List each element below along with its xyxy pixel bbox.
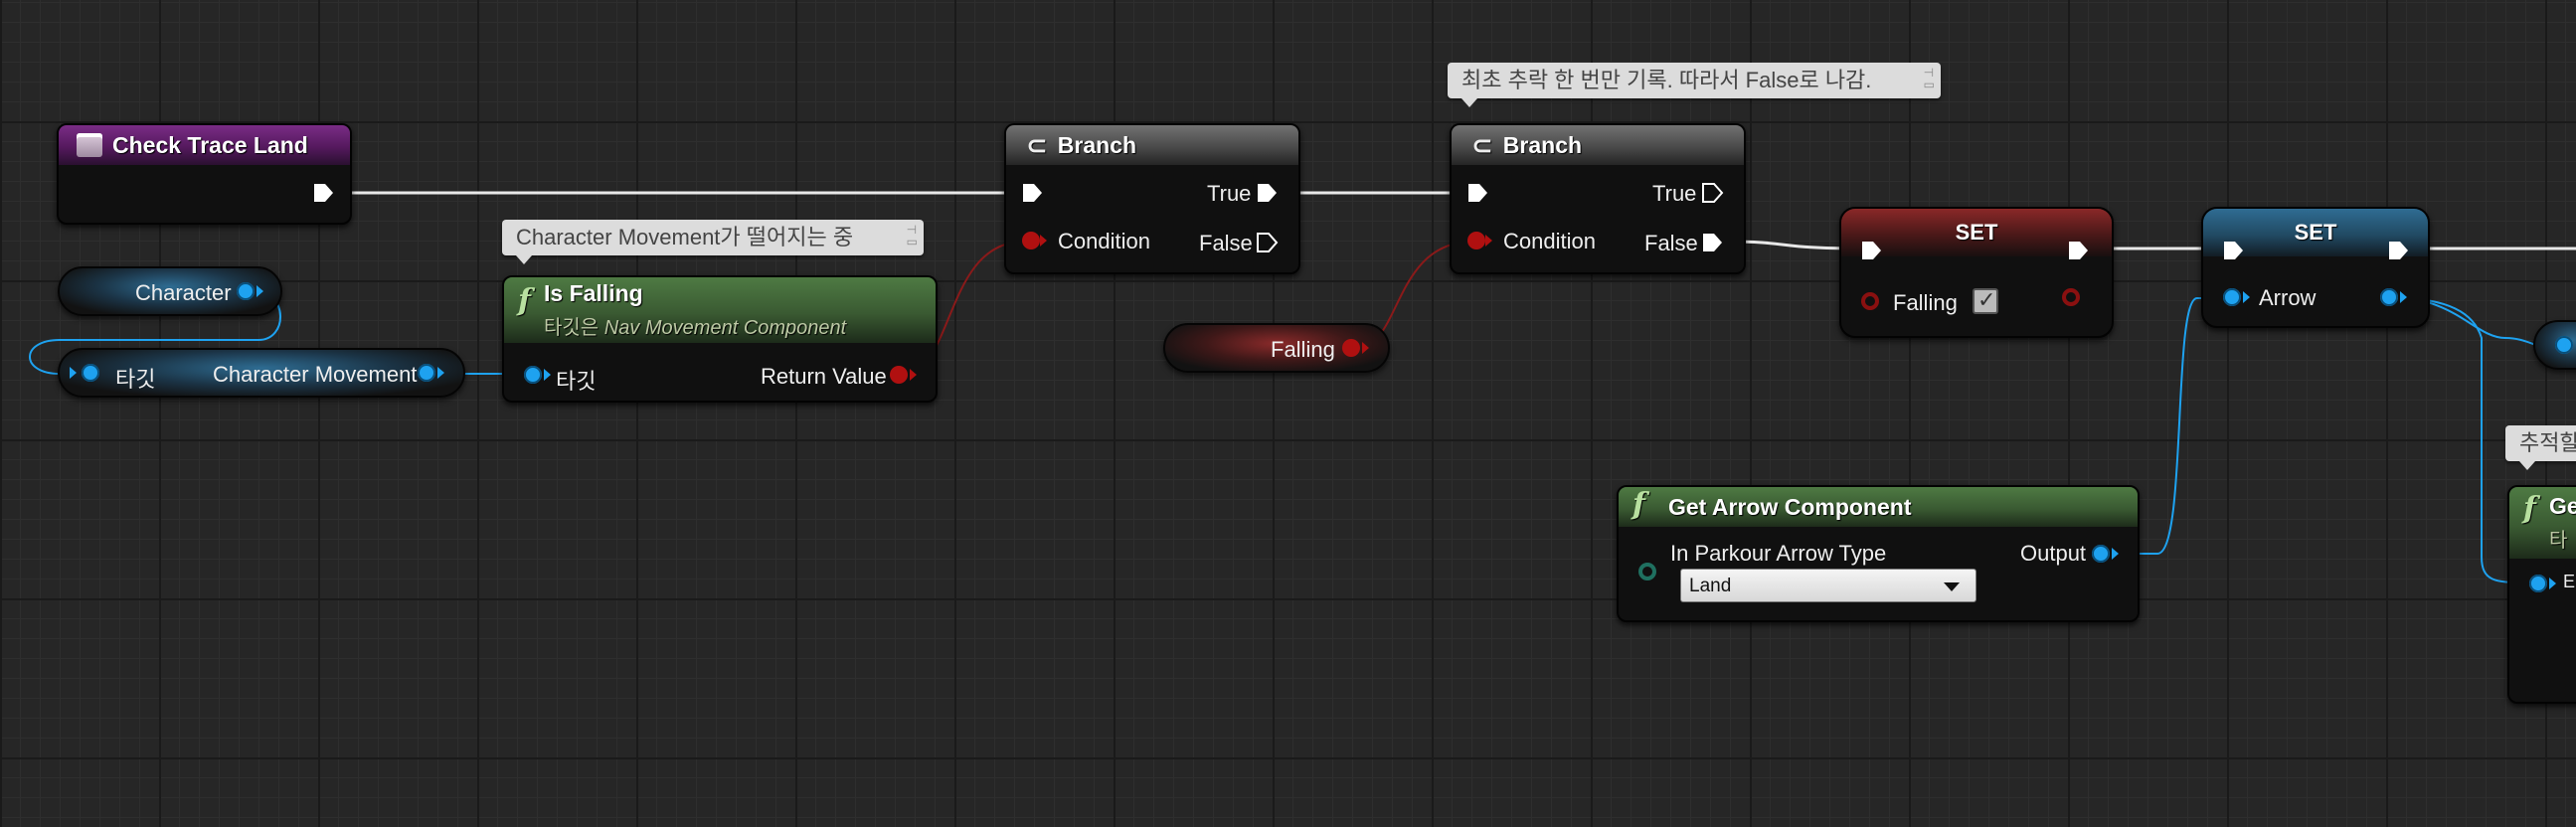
set-arrow-label: Arrow <box>2259 285 2317 310</box>
set-arrow-title: SET <box>2294 220 2337 245</box>
is-falling-target-label: 타깃 <box>556 369 597 394</box>
right-cut-input-pin[interactable] <box>2529 575 2547 592</box>
branch-icon: ⊂ <box>1471 129 1493 160</box>
arrow-input-pin[interactable] <box>2223 288 2241 306</box>
character-variable-label: Character <box>135 280 232 305</box>
pin-arrow-icon <box>2243 291 2250 303</box>
branch-comment-bubble[interactable]: 최초 추락 한 번만 기록. 따라서 False로 나감. ⊣ ▭ <box>1448 63 1941 107</box>
is-falling-header: f Is Falling 타깃은 Nav Movement Component <box>504 277 936 343</box>
right-cut-pill-pin[interactable] <box>2555 336 2573 354</box>
check-trace-land-title: Check Trace Land <box>112 131 308 158</box>
output-pin[interactable] <box>2092 545 2110 563</box>
character-movement-output-pin[interactable] <box>418 364 435 382</box>
branch-node-2[interactable]: ⊂ Branch True Condition False <box>1450 123 1746 274</box>
pin-arrow-icon <box>257 285 263 297</box>
function-icon: f <box>518 283 531 318</box>
set-falling-title: SET <box>1955 220 1998 245</box>
pin-arrow-icon <box>1485 235 1492 247</box>
right-cut-node[interactable]: f Ge 타 E <box>2507 485 2576 704</box>
get-arrow-component-header: f Get Arrow Component <box>1619 487 2138 527</box>
condition-label: Condition <box>1503 229 1596 253</box>
true-label: True <box>1652 181 1697 206</box>
function-icon: f <box>1632 487 1645 522</box>
target-label: 타깃 <box>115 367 156 392</box>
right-cut-title: Ge <box>2549 493 2576 519</box>
set-falling-label: Falling <box>1893 290 1958 315</box>
pin-arrow-icon <box>2549 578 2556 589</box>
branch-header-2: ⊂ Branch <box>1452 125 1744 165</box>
character-variable-node[interactable]: Character <box>58 266 282 316</box>
right-cut-subtitle: 타 <box>2549 530 2568 552</box>
falling-checkbox[interactable] <box>1973 287 1998 314</box>
branch-comment-text: 최초 추락 한 번만 기록. 따라서 False로 나감. <box>1461 68 1872 92</box>
check-trace-land-header: Check Trace Land <box>59 125 350 165</box>
falling-variable-label: Falling <box>1271 337 1335 362</box>
subtitle-class: Nav Movement Component <box>603 317 847 339</box>
is-falling-comment-text: Character Movement가 떨어지는 중 <box>516 225 854 249</box>
pin-arrow-icon <box>910 369 917 381</box>
is-falling-node[interactable]: f Is Falling 타깃은 Nav Movement Component … <box>502 275 938 403</box>
parkour-arrow-type-dropdown[interactable]: Land <box>1680 569 1976 602</box>
arrow-output-pin[interactable] <box>2380 288 2398 306</box>
parkour-arrow-type-label: In Parkour Arrow Type <box>1670 541 1887 566</box>
branch-icon: ⊂ <box>1026 129 1048 160</box>
set-falling-node[interactable]: SET Falling <box>1839 207 2114 338</box>
right-comment-text: 추적할 <box>2519 430 2576 455</box>
output-label: Output <box>2020 541 2087 566</box>
subtitle-prefix: 타깃은 <box>544 317 600 339</box>
check-trace-land-node[interactable]: Check Trace Land <box>57 123 352 225</box>
true-label: True <box>1207 181 1252 206</box>
character-movement-label: Character Movement <box>213 362 418 387</box>
right-cut-header: f Ge 타 <box>2509 487 2576 559</box>
is-falling-subtitle: 타깃은 Nav Movement Component <box>544 311 846 340</box>
get-arrow-component-node[interactable]: f Get Arrow Component In Parkour Arrow T… <box>1617 485 2140 622</box>
falling-output-pin[interactable] <box>2062 288 2080 306</box>
pin-icon[interactable]: ⊣ ▭ <box>1924 67 1935 90</box>
branch-header-1: ⊂ Branch <box>1006 125 1298 165</box>
pin-arrow-icon <box>2112 548 2119 560</box>
branch-node-1[interactable]: ⊂ Branch True Condition False <box>1004 123 1300 274</box>
false-label: False <box>1644 231 1698 255</box>
get-arrow-component-title: Get Arrow Component <box>1668 493 1912 520</box>
right-comment-bubble[interactable]: 추적할 <box>2505 425 2576 470</box>
character-output-pin[interactable] <box>237 282 255 300</box>
condition-pin[interactable] <box>1467 232 1485 249</box>
return-value-pin[interactable] <box>890 366 908 384</box>
event-icon <box>77 133 102 157</box>
character-movement-node[interactable]: 타깃 Character Movement <box>58 348 465 398</box>
is-falling-title: Is Falling <box>544 280 643 306</box>
branch-title-1: Branch <box>1057 131 1137 158</box>
pin-icon[interactable]: ⊣ ▭ <box>907 224 918 248</box>
is-falling-comment-bubble[interactable]: Character Movement가 떨어지는 중 ⊣ ▭ <box>502 220 924 264</box>
pin-arrow-icon <box>2400 291 2407 303</box>
pin-arrow-icon <box>1362 342 1369 354</box>
dropdown-value: Land <box>1689 576 1732 596</box>
condition-pin[interactable] <box>1022 232 1040 249</box>
false-label: False <box>1199 231 1253 255</box>
right-cut-pill[interactable] <box>2533 320 2576 370</box>
parkour-arrow-type-pin[interactable] <box>1638 563 1656 580</box>
pin-arrow-icon <box>437 367 444 379</box>
pin-arrow-icon <box>70 367 77 379</box>
pin-arrow-icon <box>544 369 551 381</box>
falling-output-pin[interactable] <box>1342 339 1360 357</box>
falling-input-pin[interactable] <box>1861 292 1879 310</box>
target-input-pin[interactable] <box>82 364 99 382</box>
pin-arrow-icon <box>1040 235 1047 247</box>
set-arrow-node[interactable]: SET Arrow <box>2201 207 2430 328</box>
falling-variable-node[interactable]: Falling <box>1163 323 1390 373</box>
is-falling-target-pin[interactable] <box>524 366 542 384</box>
function-icon: f <box>2523 491 2536 526</box>
branch-title-2: Branch <box>1502 131 1583 158</box>
chevron-down-icon <box>1944 582 1960 591</box>
right-cut-pin-label: E <box>2563 572 2576 591</box>
condition-label: Condition <box>1058 229 1150 253</box>
return-value-label: Return Value <box>761 364 887 389</box>
